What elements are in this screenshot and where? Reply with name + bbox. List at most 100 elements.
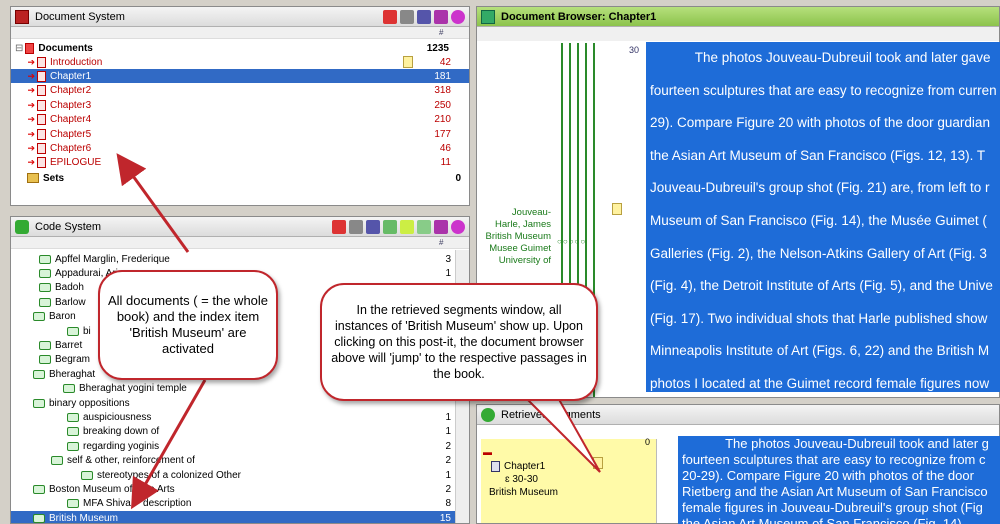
sets-label: Sets — [43, 172, 65, 184]
document-add-icon[interactable] — [434, 219, 448, 234]
document-label: EPILOGUE — [50, 157, 102, 169]
code-label: self & other, reinforcement of — [67, 455, 195, 467]
code-favorite-icon[interactable] — [400, 219, 414, 234]
code-icon — [33, 369, 45, 379]
save-icon[interactable] — [366, 219, 380, 234]
margin-code-label[interactable]: Harle, James — [481, 219, 551, 231]
code-label: breaking down of — [83, 426, 160, 438]
callout-right: In the retrieved segments window, all in… — [320, 283, 598, 401]
code-item[interactable]: auspiciousness 1 — [11, 410, 455, 424]
document-count: 11 — [440, 157, 451, 169]
code-count: 1 — [445, 267, 451, 279]
code-label: Begram — [55, 354, 91, 366]
code-icon — [39, 268, 51, 278]
code-icon — [81, 470, 93, 480]
document-icon — [37, 99, 46, 111]
sets-count: 0 — [455, 172, 461, 184]
retrieved-segments-title: Retrieved Segments — [501, 408, 601, 421]
document-icon — [491, 461, 500, 472]
document-item[interactable]: ➔ Chapter2 318 — [11, 84, 469, 98]
browser-text-line: The photos Jouveau-Dubreuil took and lat… — [650, 50, 991, 65]
callout-left: All documents ( = the whole book) and th… — [98, 270, 278, 380]
document-icon — [37, 114, 46, 126]
print-icon[interactable] — [349, 219, 363, 234]
document-system-panel: Document System # ⊟ Documents 1235 ➔ Intr… — [10, 6, 470, 206]
segment-text-line: 20-29). Compare Figure 20 with photos of… — [682, 468, 974, 483]
activate-icon[interactable] — [332, 219, 346, 234]
print-icon[interactable] — [400, 9, 414, 24]
code-label: binary oppositions — [49, 397, 130, 409]
code-label: regarding yoginis — [83, 440, 160, 452]
retrieved-segments-icon — [481, 407, 495, 422]
code-icon — [51, 456, 63, 466]
search-icon[interactable] — [451, 9, 465, 24]
documents-root[interactable]: ⊟ Documents 1235 — [15, 41, 465, 55]
memo-icon[interactable] — [612, 203, 622, 215]
segment-doc[interactable]: Chapter1 — [491, 461, 545, 472]
browser-text-line: fourteen sculptures that are easy to rec… — [650, 82, 997, 98]
margin-code-label[interactable]: University of — [481, 255, 551, 267]
document-browser-text[interactable]: The photos Jouveau-Dubreuil took and lat… — [646, 42, 1000, 392]
segment-code: British Museum — [489, 487, 558, 498]
activated-arrow-icon: ➔ — [27, 85, 35, 96]
browser-text-line: Galleries (Fig. 2), the Nelson-Atkins Ga… — [650, 245, 987, 261]
document-item[interactable]: ➔ Chapter5 177 — [11, 127, 469, 141]
document-item[interactable]: ➔ EPILOGUE 11 — [11, 156, 469, 170]
document-item[interactable]: ➔ Chapter6 46 — [11, 141, 469, 155]
code-icon — [39, 340, 51, 350]
code-item[interactable]: regarding yoginis 2 — [11, 439, 455, 453]
code-icon — [33, 398, 45, 408]
segments-list: 0 ▬ Chapter1 ɛ 30-30 British Museum — [481, 437, 657, 523]
document-item[interactable]: ➔ Introduction 42 — [11, 55, 469, 69]
document-label: Introduction — [50, 56, 103, 68]
code-count: 3 — [445, 253, 451, 265]
save-icon[interactable] — [417, 9, 431, 24]
code-system-title: Code System — [35, 220, 102, 233]
code-item[interactable]: self & other, reinforcement of 2 — [11, 454, 455, 468]
code-label: Bheraghat yogini temple — [79, 383, 187, 395]
retrieved-segment-text[interactable]: The photos Jouveau-Dubreuil took and lat… — [678, 436, 1000, 524]
activated-arrow-icon: ➔ — [27, 157, 35, 168]
documents-root-count: 1235 — [426, 42, 449, 54]
activated-arrow-icon: ➔ — [27, 128, 35, 139]
new-code-icon[interactable] — [383, 219, 397, 234]
document-item[interactable]: ➔ Chapter1 181 — [11, 69, 469, 84]
margin-code-label[interactable]: Jouveau- — [481, 207, 551, 219]
document-item[interactable]: ➔ Chapter3 250 — [11, 98, 469, 112]
code-item[interactable]: Apffel Marglin, Frederique 3 — [11, 252, 455, 266]
code-system-titlebar: Code System — [11, 217, 469, 237]
document-count: 46 — [439, 142, 451, 154]
code-item[interactable]: Boston Museum of Fine Arts 2 — [11, 482, 455, 496]
code-icon — [63, 384, 75, 394]
code-label: bi — [83, 325, 91, 337]
memo-icon[interactable] — [403, 56, 413, 68]
code-item[interactable]: British Museum 15 — [11, 511, 455, 523]
code-item[interactable]: stereotypes of a colonized Other 1 — [11, 468, 455, 482]
code-icon — [67, 441, 79, 451]
segment-text-line: the Asian Art Museum of San Francisco (F… — [682, 516, 962, 524]
code-label: auspiciousness — [83, 411, 152, 423]
segment-memo-icon[interactable] — [593, 457, 603, 469]
activate-icon[interactable] — [383, 9, 397, 24]
search-icon[interactable] — [451, 219, 465, 234]
segment-text-line: Rietberg and the Asian Art Museum of San… — [682, 484, 988, 499]
retrieved-segments-titlebar: Retrieved Segments — [477, 405, 999, 425]
document-count: 318 — [434, 85, 451, 97]
segment-text-line: The photos Jouveau-Dubreuil took and lat… — [682, 436, 989, 451]
sets-item[interactable]: Sets 0 — [27, 171, 465, 185]
code-set-icon[interactable] — [417, 219, 431, 234]
code-label: stereotypes of a colonized Other — [97, 469, 241, 481]
document-count: 250 — [434, 99, 451, 111]
code-system-icon — [15, 219, 29, 234]
margin-code-label[interactable]: British Museum — [481, 231, 551, 243]
document-item[interactable]: ➔ Chapter4 210 — [11, 113, 469, 127]
code-item[interactable]: breaking down of 1 — [11, 425, 455, 439]
code-label: Baron — [49, 311, 76, 323]
code-item[interactable]: MFA Shiva -- description 8 — [11, 497, 455, 511]
document-system-titlebar: Document System — [11, 7, 469, 27]
code-label: Boston Museum of Fine Arts — [49, 483, 175, 495]
browser-text-line: Minneapolis Institute of Art (Figs. 6, 2… — [650, 343, 990, 359]
code-icon — [67, 412, 79, 422]
margin-code-label[interactable]: Musee Guimet — [481, 243, 551, 255]
document-add-icon[interactable] — [434, 9, 448, 24]
